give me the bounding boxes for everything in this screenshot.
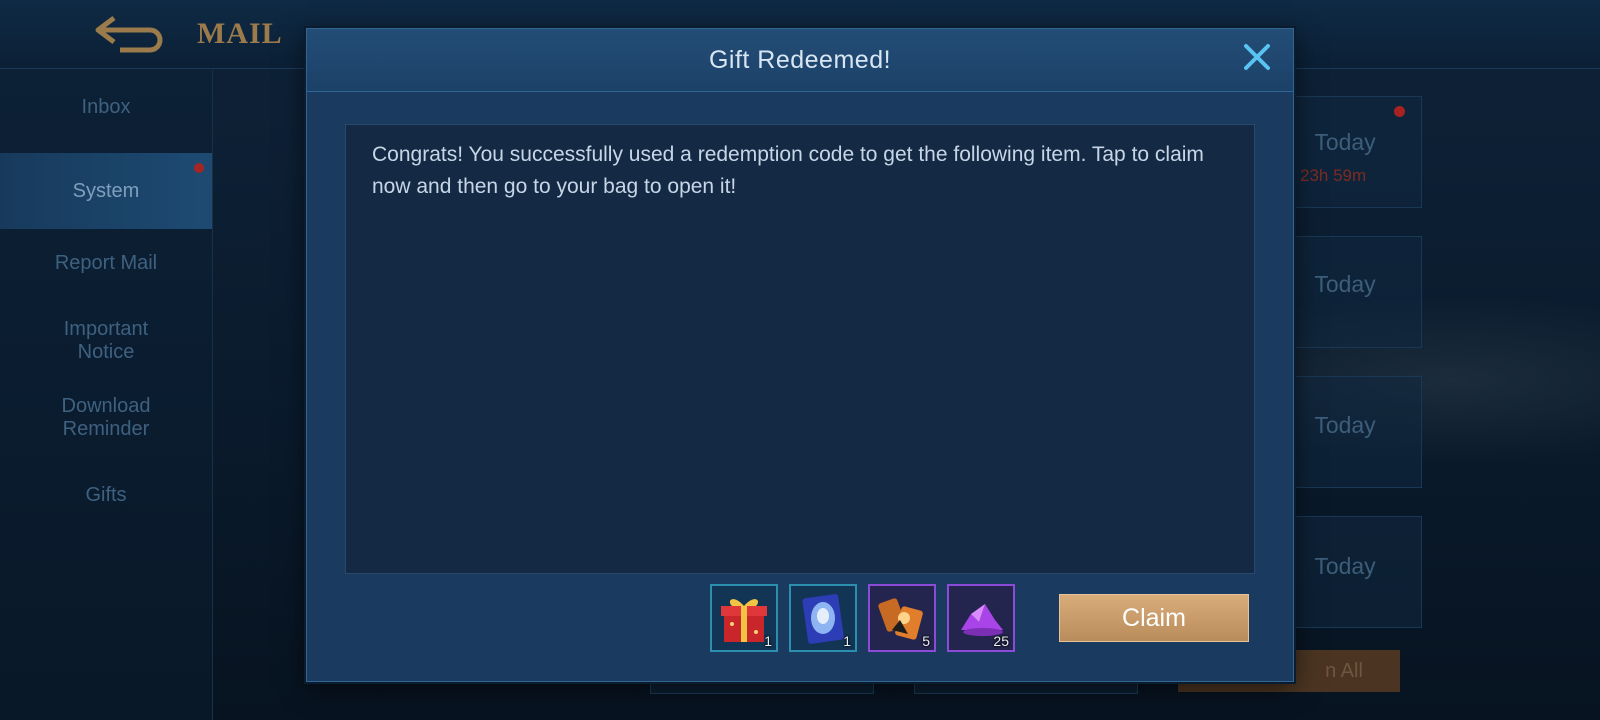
dialog-title: Gift Redeemed!: [708, 46, 892, 74]
close-icon[interactable]: [1242, 42, 1272, 72]
message-panel: Congrats! You successfully used a redemp…: [345, 124, 1255, 574]
mail-date: Today: [1314, 271, 1376, 297]
sidebar-item-label: System: [72, 180, 140, 202]
gift-redeemed-dialog: Gift Redeemed! Congrats! You successfull…: [306, 28, 1294, 682]
reward-count: 1: [843, 633, 851, 649]
claim-all-label: n All: [1325, 660, 1363, 682]
reward-count: 5: [922, 633, 930, 649]
sidebar-item-label: Report Mail: [54, 252, 158, 274]
page-title: MAIL: [197, 17, 283, 50]
notification-dot: [194, 163, 204, 173]
mail-date: Today: [1314, 553, 1376, 579]
back-arrow-icon[interactable]: [92, 12, 166, 54]
sidebar-item-system[interactable]: System: [0, 153, 212, 229]
reward-item[interactable]: 5: [868, 584, 936, 652]
mail-date: Today: [1314, 129, 1376, 155]
mail-date: Today: [1314, 412, 1376, 438]
sidebar-item-report-mail[interactable]: Report Mail: [0, 252, 212, 275]
reward-item[interactable]: 25: [947, 584, 1015, 652]
redemption-message: Congrats! You successfully used a redemp…: [372, 143, 1204, 198]
notification-dot: [1394, 106, 1405, 117]
sidebar-item-label: Important Notice: [63, 318, 149, 363]
dialog-header: Gift Redeemed!: [307, 29, 1293, 92]
mail-sidebar: Inbox System Report Mail Important Notic…: [0, 70, 213, 720]
claim-button[interactable]: Claim: [1059, 594, 1249, 642]
reward-item[interactable]: 1: [789, 584, 857, 652]
reward-count: 25: [993, 633, 1009, 649]
sidebar-item-label: Download Reminder: [61, 395, 151, 440]
sidebar-item-label: Gifts: [85, 484, 127, 506]
sidebar-item-label: Inbox: [81, 96, 131, 118]
reward-item[interactable]: 1: [710, 584, 778, 652]
sidebar-item-gifts[interactable]: Gifts: [0, 484, 212, 507]
sidebar-item-download-reminder[interactable]: Download Reminder: [0, 395, 212, 441]
sidebar-item-inbox[interactable]: Inbox: [0, 96, 212, 119]
reward-count: 1: [764, 633, 772, 649]
sidebar-item-important-notice[interactable]: Important Notice: [0, 318, 212, 364]
mail-timer: 23h 59m: [1300, 166, 1367, 185]
